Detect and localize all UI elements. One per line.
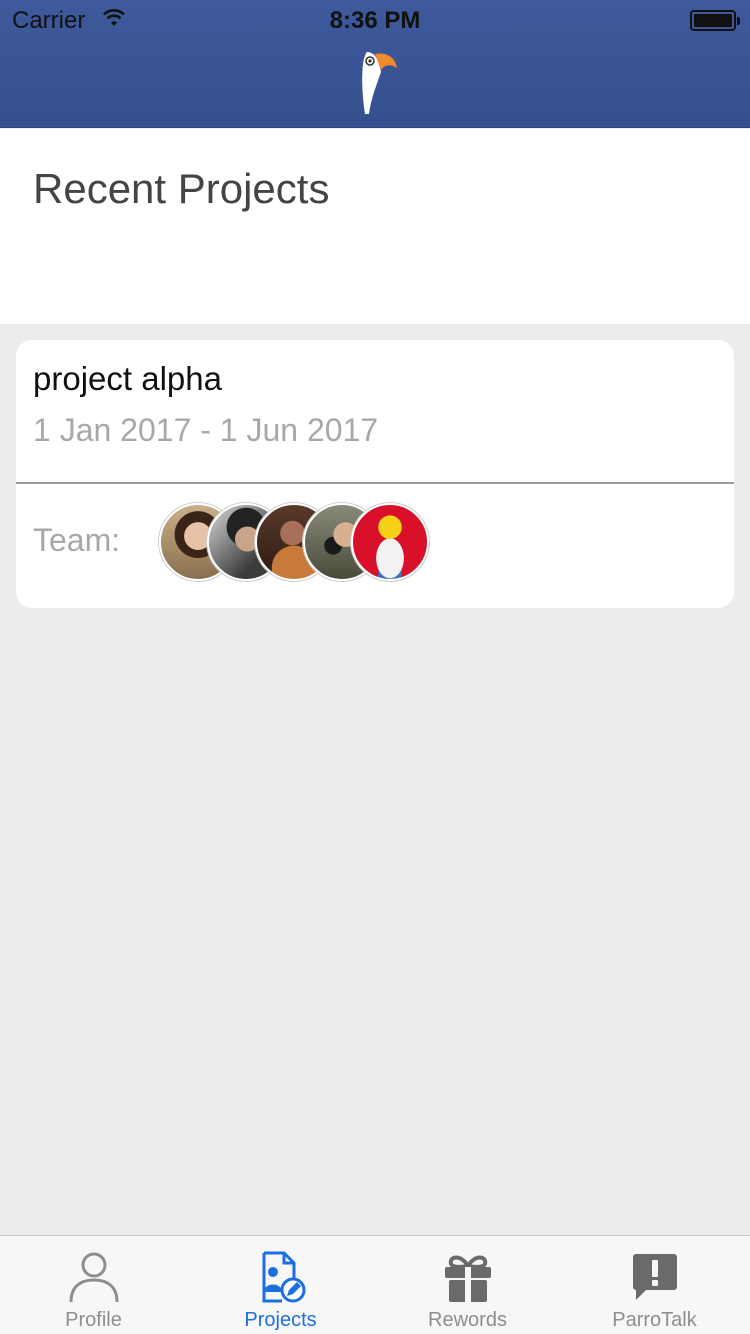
tab-rewords[interactable]: Rewords <box>374 1236 561 1334</box>
tab-bar: Profile Projects Rewords ParroTalk <box>0 1235 750 1334</box>
nav-header: Carrier 8:36 PM <box>0 0 750 128</box>
clock: 8:36 PM <box>329 7 421 34</box>
status-bar: Carrier 8:36 PM <box>0 0 750 40</box>
project-name: project alpha <box>33 360 222 397</box>
person-icon <box>0 1250 187 1304</box>
card-divider <box>16 482 734 484</box>
team-avatar[interactable] <box>351 503 429 581</box>
parrot-logo-icon <box>355 48 401 118</box>
tab-profile[interactable]: Profile <box>0 1236 187 1334</box>
project-card[interactable]: project alpha 1 Jan 2017 - 1 Jun 2017 Te… <box>16 340 734 608</box>
page-title: Recent Projects <box>33 165 330 212</box>
chat-alert-icon <box>561 1250 748 1304</box>
gift-icon <box>374 1250 561 1304</box>
projects-icon <box>187 1250 374 1304</box>
project-dates: 1 Jan 2017 - 1 Jun 2017 <box>33 412 379 448</box>
tab-label: Profile <box>65 1309 122 1331</box>
tab-label: Rewords <box>428 1309 507 1331</box>
tab-parrotalk[interactable]: ParroTalk <box>561 1236 748 1334</box>
title-section: Recent Projects <box>0 129 750 324</box>
tab-projects[interactable]: Projects <box>187 1236 374 1334</box>
team-avatars <box>159 503 439 581</box>
tab-label: ParroTalk <box>612 1309 697 1331</box>
team-label: Team: <box>33 522 121 558</box>
tab-label: Projects <box>244 1309 317 1331</box>
battery-icon <box>690 10 740 31</box>
